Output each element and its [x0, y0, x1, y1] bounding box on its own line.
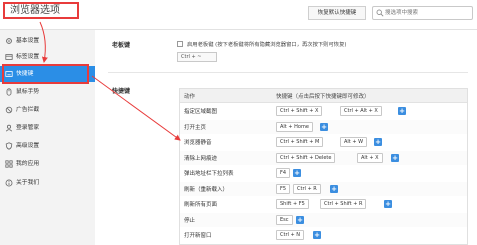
header-bar: 浏览器选项 恢复默认快捷键	[0, 0, 477, 30]
add-hotkey-button[interactable]: +	[313, 231, 321, 239]
sidebar-item-label: 高级设置	[16, 143, 40, 149]
info-icon	[5, 179, 13, 187]
sidebar-item-mouse-gestures[interactable]: 鼠标手势	[0, 84, 95, 100]
hotkey-key-chip[interactable]: Ctrl + Shift + M	[276, 137, 324, 147]
apps-icon	[5, 160, 13, 168]
table-row: 打开主页 Alt + Home +	[180, 119, 467, 134]
hotkey-key-chip[interactable]: Esc	[276, 214, 293, 225]
hotkey-key-chip[interactable]: Ctrl + Shift + X	[276, 106, 323, 116]
section-divider	[108, 72, 468, 73]
column-header-hotkey: 快捷键（点击后按下快捷键即可修改）	[276, 94, 370, 100]
hotkey-section-label: 快捷键	[112, 88, 131, 95]
hotkey-action-label: 清除上网痕迹	[184, 155, 218, 162]
search-icon	[376, 9, 384, 17]
hotkey-key-chip[interactable]: Alt + X	[357, 152, 383, 163]
hotkey-key-chip[interactable]: Alt + W	[340, 137, 368, 147]
sidebar-item-login-manager[interactable]: 登录管家	[0, 120, 95, 136]
boss-key-checkbox[interactable]	[177, 41, 183, 47]
sidebar: 基本设置 标签设置 快捷键 鼠标手势 广告拦截 登录管家 高级设置 我的应用 关…	[0, 30, 95, 245]
add-hotkey-button[interactable]: +	[384, 200, 392, 208]
boss-key-section-label: 老板键	[112, 42, 131, 49]
sidebar-item-label: 关于我们	[16, 180, 40, 186]
sidebar-item-label: 我的应用	[16, 161, 40, 167]
hotkey-key-chip[interactable]: Ctrl + Alt + X	[340, 106, 382, 116]
table-row: 刷新（重新载入） F5 Ctrl + R +	[180, 181, 467, 196]
table-header: 动作 快捷键（点击后按下快捷键即可修改）	[180, 89, 467, 103]
table-row: 停止 Esc +	[180, 212, 467, 227]
sidebar-item-label: 基本设置	[16, 38, 40, 44]
hotkey-key-chip[interactable]: Alt + Home	[276, 121, 313, 132]
hotkey-action-label: 刷新所有页面	[184, 202, 218, 208]
hotkey-key-chip[interactable]: Ctrl + R	[293, 183, 321, 194]
hotkey-key-chip[interactable]: Ctrl + N	[276, 230, 305, 240]
add-hotkey-button[interactable]: +	[330, 184, 338, 193]
sidebar-item-ad-block[interactable]: 广告拦截	[0, 102, 95, 118]
hotkey-table: 动作 快捷键（点击后按下快捷键即可修改） 指定区域截图 Ctrl + Shift …	[179, 88, 468, 245]
hotkey-action-label: 刷新（重新载入）	[184, 186, 229, 193]
tab-icon	[5, 54, 13, 60]
search-input[interactable]	[385, 8, 469, 18]
page-title: 浏览器选项	[3, 2, 79, 19]
sidebar-item-my-apps[interactable]: 我的应用	[0, 156, 95, 172]
table-row: 打开新窗口 Ctrl + N +	[180, 228, 467, 242]
table-row: 指定区域截图 Ctrl + Shift + X Ctrl + Alt + X +	[180, 104, 467, 118]
column-header-action: 动作	[184, 94, 196, 100]
hotkey-action-label: 停止	[184, 217, 196, 224]
shield-icon	[5, 142, 13, 150]
table-row: 浏览器静音 Ctrl + Shift + M Alt + W +	[180, 135, 467, 149]
boss-key-checkbox-label: 启用老板键 (按下老板键将所有隐藏浏览器窗口，再次按下则可恢复)	[187, 42, 347, 48]
add-hotkey-button[interactable]: +	[391, 153, 399, 162]
add-hotkey-button[interactable]: +	[398, 107, 406, 115]
active-item-highlight-box	[2, 64, 89, 84]
hotkey-key-chip[interactable]: Ctrl + Shift + Delete	[276, 152, 336, 163]
table-row: 弹出地址栏下拉列表 F4 +	[180, 166, 467, 180]
hotkey-action-label: 打开主页	[184, 124, 207, 131]
sidebar-item-label: 登录管家	[16, 125, 40, 131]
boss-key-input[interactable]: Ctrl + ~	[177, 52, 217, 62]
user-icon	[5, 124, 13, 132]
add-hotkey-button[interactable]: +	[296, 215, 304, 224]
sidebar-item-tab-settings[interactable]: 标签设置	[0, 49, 95, 65]
add-hotkey-button[interactable]: +	[320, 122, 328, 131]
restore-default-hotkeys-button[interactable]: 恢复默认快捷键	[308, 6, 366, 20]
arrow-hotkeys-to-table	[91, 75, 181, 141]
table-row: 刷新所有页面 Shift + F5 Ctrl + Shift + R +	[180, 197, 467, 211]
mouse-icon	[6, 88, 12, 96]
sidebar-item-about[interactable]: 关于我们	[0, 175, 95, 191]
hotkey-action-label: 指定区域截图	[184, 109, 218, 115]
sidebar-item-advanced[interactable]: 高级设置	[0, 138, 95, 154]
hotkey-key-chip[interactable]: Shift + F5	[276, 199, 309, 209]
table-row: 清除上网痕迹 Ctrl + Shift + Delete Alt + X +	[180, 150, 467, 165]
sidebar-item-basic-settings[interactable]: 基本设置	[0, 33, 95, 49]
hotkey-action-label: 打开新窗口	[184, 233, 212, 239]
sidebar-item-label: 标签设置	[16, 54, 40, 60]
hotkey-action-label: 浏览器静音	[184, 140, 212, 146]
add-hotkey-button[interactable]: +	[293, 169, 301, 177]
block-icon	[5, 106, 13, 114]
gear-icon	[6, 38, 12, 44]
hotkey-action-label: 弹出地址栏下拉列表	[184, 171, 234, 177]
hotkey-key-chip[interactable]: F4	[276, 168, 291, 178]
sidebar-item-label: 广告拦截	[16, 107, 40, 113]
options-search-box[interactable]	[372, 6, 473, 20]
add-hotkey-button[interactable]: +	[374, 138, 382, 146]
hotkey-key-chip[interactable]: F5	[276, 183, 291, 194]
hotkey-key-chip[interactable]: Ctrl + Shift + R	[320, 199, 367, 209]
sidebar-item-label: 鼠标手势	[16, 89, 40, 95]
